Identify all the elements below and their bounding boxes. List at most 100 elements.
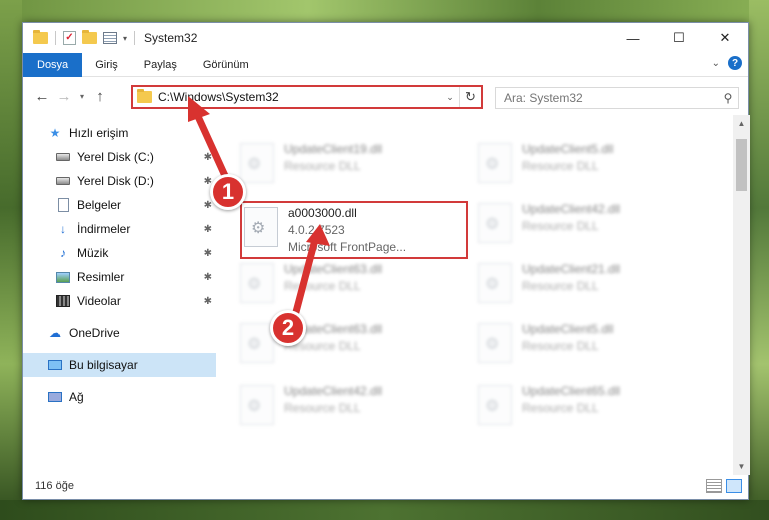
search-icon[interactable]: ⚲ bbox=[718, 91, 738, 105]
sidebar-item-label: Belgeler bbox=[77, 198, 122, 212]
address-dropdown-icon[interactable]: ⌄ bbox=[441, 92, 459, 103]
pin-icon[interactable]: ✱ bbox=[204, 272, 212, 283]
sidebar-item-local-disk-d[interactable]: Yerel Disk (D:) ✱ bbox=[23, 169, 216, 193]
navigation-pane[interactable]: ★ Hızlı erişim Yerel Disk (C:) ✱ Yerel D… bbox=[23, 115, 216, 475]
pin-icon[interactable]: ✱ bbox=[204, 200, 212, 211]
tab-file[interactable]: Dosya bbox=[23, 52, 83, 77]
vertical-scrollbar[interactable]: ▲ ▼ bbox=[733, 115, 750, 475]
dll-file-icon bbox=[478, 263, 512, 303]
file-description: Resource DLL bbox=[284, 159, 361, 173]
search-input[interactable] bbox=[504, 91, 718, 105]
large-icons-view-icon[interactable] bbox=[726, 479, 742, 493]
window-title: System32 bbox=[144, 31, 198, 45]
list-item[interactable]: UpdateClient65.dll Resource DLL bbox=[478, 383, 702, 439]
sidebar-item-videos[interactable]: Videolar ✱ bbox=[23, 289, 216, 313]
sidebar-item-quick-access[interactable]: ★ Hızlı erişim bbox=[23, 121, 216, 145]
list-item[interactable]: UpdateClient5.dll Resource DLL bbox=[478, 321, 702, 377]
sidebar-item-this-pc[interactable]: Bu bilgisayar bbox=[23, 353, 216, 377]
details-view-icon[interactable] bbox=[706, 479, 722, 493]
dll-file-icon bbox=[240, 323, 274, 363]
list-item[interactable]: UpdateClient21.dll Resource DLL bbox=[478, 261, 702, 317]
list-item[interactable]: UpdateClient19.dll Resource DLL bbox=[240, 141, 464, 197]
scroll-thumb[interactable] bbox=[736, 139, 747, 191]
new-folder-icon[interactable] bbox=[82, 30, 97, 44]
maximize-button[interactable]: ☐ bbox=[656, 23, 702, 53]
file-name: UpdateClient42.dll bbox=[284, 384, 383, 398]
sidebar-item-downloads[interactable]: ↓ İndirmeler ✱ bbox=[23, 217, 216, 241]
list-item[interactable]: UpdateClient63.dll Resource DLL bbox=[240, 261, 464, 317]
computer-icon bbox=[47, 358, 63, 372]
sidebar-item-documents[interactable]: Belgeler ✱ bbox=[23, 193, 216, 217]
help-icon[interactable]: ? bbox=[728, 56, 742, 70]
file-description: Resource DLL bbox=[522, 159, 599, 173]
pin-icon[interactable]: ✱ bbox=[204, 248, 212, 259]
pin-icon[interactable]: ✱ bbox=[204, 296, 212, 307]
dll-file-icon bbox=[240, 143, 274, 183]
separator bbox=[55, 31, 56, 45]
sidebar-item-local-disk-c[interactable]: Yerel Disk (C:) ✱ bbox=[23, 145, 216, 169]
file-description: Resource DLL bbox=[522, 401, 599, 415]
main-area: ★ Hızlı erişim Yerel Disk (C:) ✱ Yerel D… bbox=[23, 115, 750, 475]
sidebar-item-pictures[interactable]: Resimler ✱ bbox=[23, 265, 216, 289]
dll-file-icon bbox=[478, 385, 512, 425]
view-buttons bbox=[706, 479, 742, 493]
address-path[interactable]: C:\Windows\System32 bbox=[158, 90, 441, 104]
list-item[interactable]: UpdateClient5.dll Resource DLL bbox=[478, 141, 702, 197]
sidebar-item-network[interactable]: Ağ bbox=[23, 385, 216, 409]
pin-icon[interactable]: ✱ bbox=[204, 224, 212, 235]
sidebar-item-label: Videolar bbox=[77, 294, 121, 308]
list-item[interactable]: UpdateClient42.dll Resource DLL bbox=[240, 383, 464, 439]
up-arrow-icon[interactable]: ↑ bbox=[89, 88, 111, 105]
list-item[interactable]: UpdateClient42.dll Resource DLL bbox=[478, 201, 702, 257]
pictures-icon bbox=[55, 270, 71, 284]
expand-ribbon-icon[interactable]: ⌄ bbox=[712, 58, 720, 69]
properties-check-icon[interactable]: ✓ bbox=[63, 31, 76, 45]
forward-arrow-icon[interactable]: → bbox=[53, 88, 75, 105]
refresh-icon[interactable]: ↻ bbox=[459, 87, 481, 107]
file-name: UpdateClient19.dll bbox=[284, 142, 383, 156]
title-bar[interactable]: ✓ ▾ System32 — ☐ ✕ bbox=[23, 23, 748, 53]
callout-two: 2 bbox=[270, 310, 306, 346]
toolbar-dropdown-icon[interactable]: ▾ bbox=[123, 34, 127, 43]
file-description: Resource DLL bbox=[284, 279, 361, 293]
file-name: UpdateClient65.dll bbox=[522, 384, 621, 398]
network-icon bbox=[47, 390, 63, 404]
tab-home[interactable]: Giriş bbox=[82, 53, 131, 77]
ribbon-tabs: Dosya Giriş Paylaş Görünüm ⌄ ? bbox=[23, 52, 748, 77]
videos-icon bbox=[55, 294, 71, 308]
file-name: UpdateClient5.dll bbox=[522, 322, 614, 336]
desktop-background-top bbox=[0, 0, 769, 22]
file-name: UpdateClient42.dll bbox=[522, 202, 621, 216]
address-bar[interactable]: C:\Windows\System32 ⌄ ↻ bbox=[131, 85, 483, 109]
tab-share[interactable]: Paylaş bbox=[131, 53, 190, 77]
highlight-box bbox=[240, 201, 468, 259]
customize-toolbar-icon[interactable] bbox=[103, 32, 117, 44]
sidebar-item-label: İndirmeler bbox=[77, 222, 131, 236]
search-box[interactable]: ⚲ bbox=[495, 87, 739, 109]
minimize-button[interactable]: — bbox=[610, 23, 656, 53]
dll-file-icon bbox=[478, 143, 512, 183]
drive-icon bbox=[55, 174, 71, 188]
drive-icon bbox=[55, 150, 71, 164]
tab-view[interactable]: Görünüm bbox=[190, 53, 262, 77]
file-description: Resource DLL bbox=[522, 219, 599, 233]
ribbon-right-controls: ⌄ ? bbox=[712, 56, 742, 70]
downloads-icon: ↓ bbox=[60, 222, 66, 236]
file-list[interactable]: UpdateClient19.dll Resource DLL UpdateCli… bbox=[216, 115, 750, 475]
address-row: ← → ▾ ↑ C:\Windows\System32 ⌄ ↻ ⚲ bbox=[23, 77, 748, 115]
sidebar-item-music[interactable]: ♪ Müzik ✱ bbox=[23, 241, 216, 265]
status-bar: 116 öğe bbox=[23, 473, 748, 499]
scroll-up-icon[interactable]: ▲ bbox=[733, 115, 750, 132]
dll-file-icon bbox=[478, 323, 512, 363]
desktop-background-bottom bbox=[0, 500, 769, 520]
recent-locations-dropdown-icon[interactable]: ▾ bbox=[75, 92, 89, 101]
music-icon: ♪ bbox=[60, 246, 66, 260]
file-description: Resource DLL bbox=[522, 339, 599, 353]
close-button[interactable]: ✕ bbox=[702, 23, 748, 53]
back-arrow-icon[interactable]: ← bbox=[31, 88, 53, 105]
sidebar-item-label: OneDrive bbox=[69, 326, 120, 340]
sidebar-item-onedrive[interactable]: ☁ OneDrive bbox=[23, 321, 216, 345]
file-name: UpdateClient63.dll bbox=[284, 262, 383, 276]
pin-icon[interactable]: ✱ bbox=[204, 152, 212, 163]
desktop-background-right bbox=[749, 0, 769, 520]
